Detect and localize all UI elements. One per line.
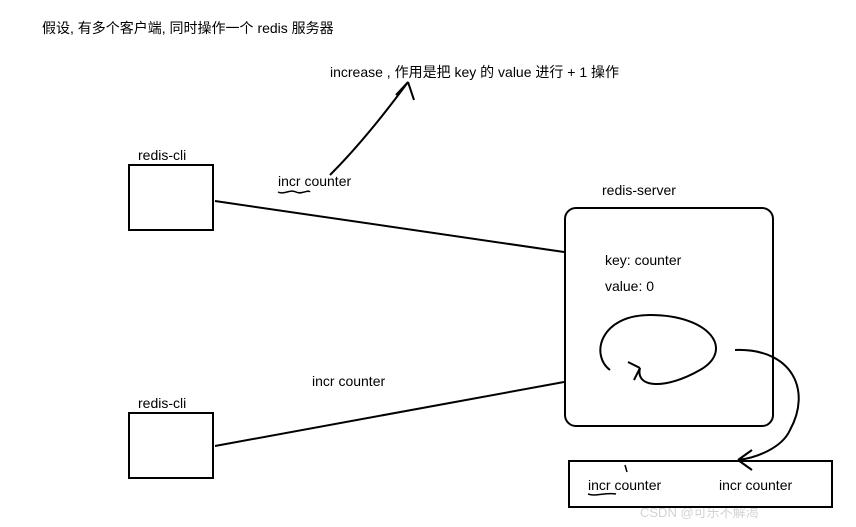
watermark: CSDN @可乐不解渴: [640, 502, 759, 521]
server-box: [564, 207, 774, 427]
server-label: redis-server: [602, 182, 676, 198]
client1-box: [128, 164, 214, 231]
client2-label: redis-cli: [138, 395, 186, 411]
cmd2-label: incr counter: [312, 373, 385, 389]
key-text: key: counter: [605, 252, 681, 268]
queue-cmd1: incr counter: [588, 477, 661, 493]
client1-label: redis-cli: [138, 147, 186, 163]
client2-box: [128, 412, 214, 479]
queue-cmd2: incr counter: [719, 477, 792, 493]
value-text: value: 0: [605, 278, 654, 294]
increase-annotation: increase , 作用是把 key 的 value 进行 + 1 操作: [330, 62, 619, 82]
diagram-title: 假设, 有多个客户端, 同时操作一个 redis 服务器: [42, 18, 334, 38]
cmd1-label: incr counter: [278, 173, 351, 189]
